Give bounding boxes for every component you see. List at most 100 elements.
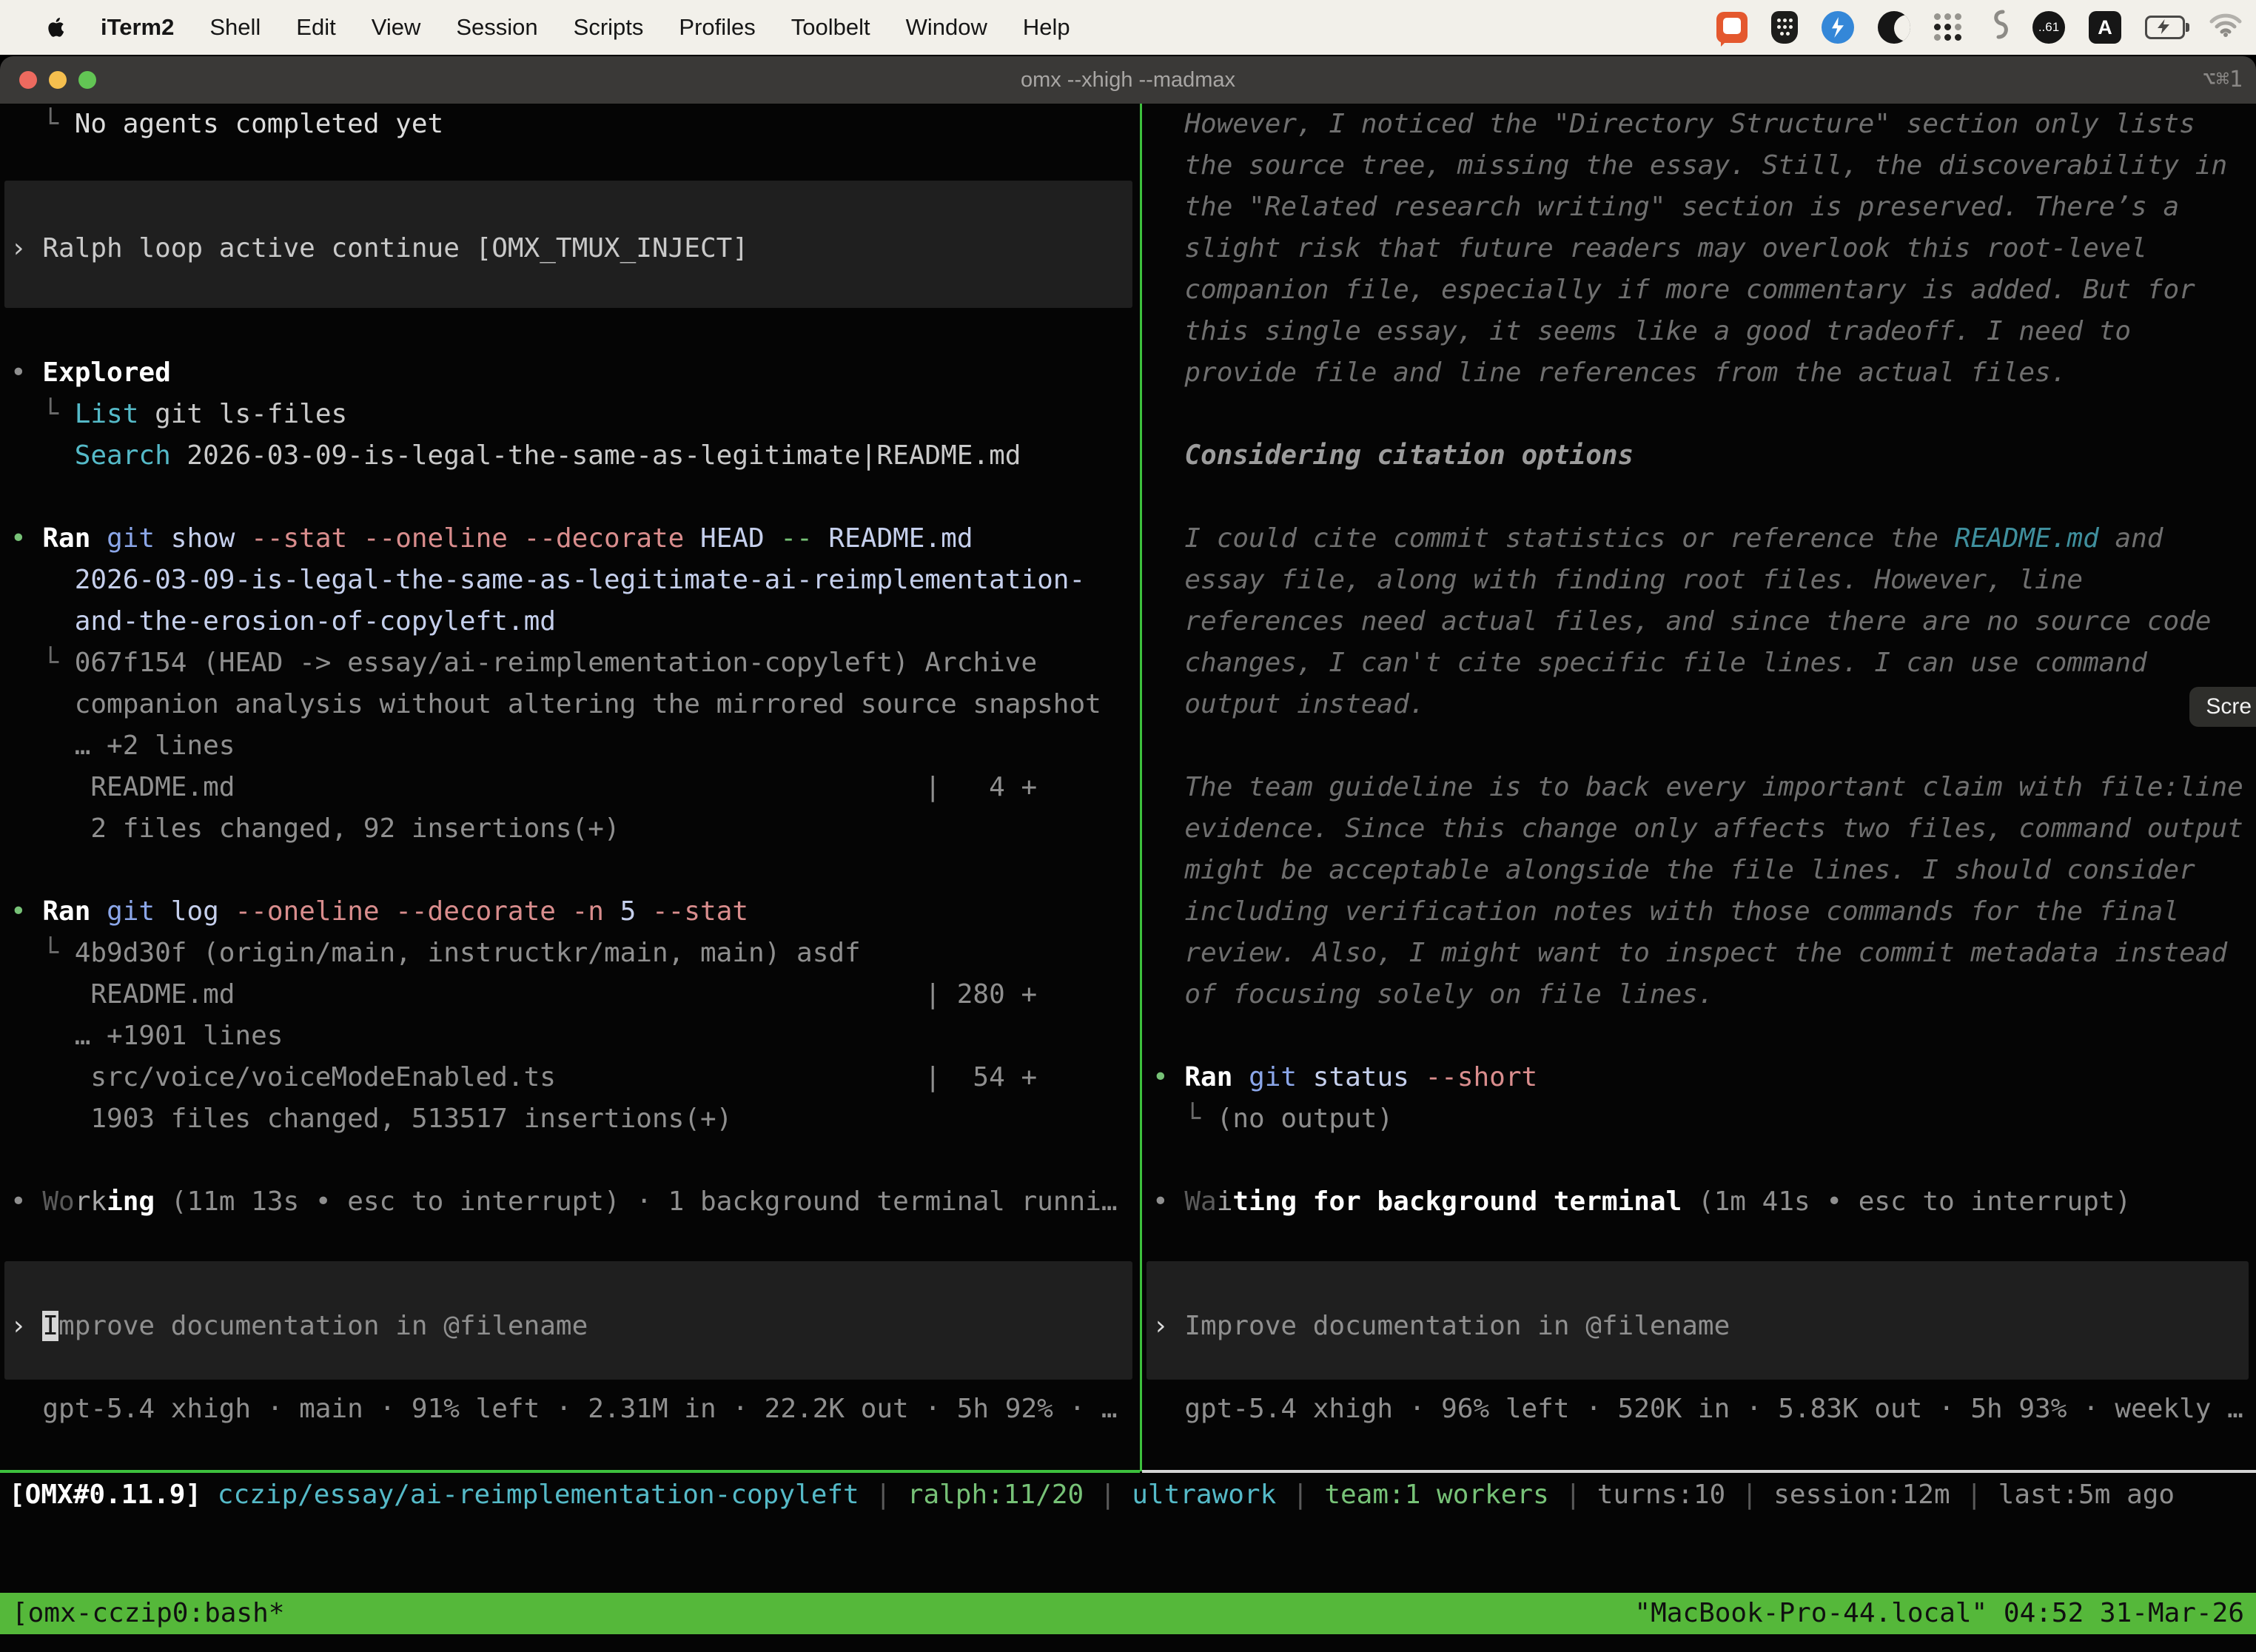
menu-item[interactable]: Shell — [192, 14, 278, 41]
menu-item[interactable]: View — [354, 14, 439, 41]
terminal-line: 1903 files changed, 513517 insertions(+) — [10, 1098, 1140, 1140]
terminal-line: • Ran git show --stat --oneline --decora… — [10, 518, 1140, 560]
menu-item[interactable]: Help — [1005, 14, 1088, 41]
terminal-line — [1152, 1347, 2256, 1389]
tmux-host-clock: "MacBook-Pro-44.local" 04:52 31-Mar-26 — [1634, 1593, 2244, 1634]
window-title: omx --xhigh --madmax — [0, 56, 2256, 104]
terminal-line — [1152, 1223, 2256, 1264]
terminal-line — [1152, 394, 2256, 435]
tmux-status-bar: [omx-cczip0:bash* "MacBook-Pro-44.local"… — [0, 1593, 2256, 1634]
battery-icon[interactable] — [2145, 16, 2185, 39]
terminal-line — [1152, 1015, 2256, 1057]
keyboard-a-icon[interactable]: A — [2089, 11, 2121, 44]
left-pane-border — [0, 1470, 1140, 1473]
terminal-line — [10, 311, 1140, 352]
terminal-line — [1152, 1264, 2256, 1306]
omx-status-line: [OMX#0.11.9] cczip/essay/ai-reimplementa… — [9, 1474, 2175, 1516]
terminal-line: Considering citation options — [1152, 435, 2256, 477]
terminal-line: └ No agents completed yet — [10, 104, 1140, 145]
menu-left: iTerm2 ShellEditViewSessionScriptsProfil… — [0, 14, 1088, 41]
terminal-line: gpt-5.4 xhigh · 96% left · 520K in · 5.8… — [1152, 1389, 2256, 1430]
terminal-line: companion file, especially if more comme… — [1152, 269, 2256, 311]
wifi-icon[interactable] — [2209, 11, 2243, 44]
window-shortcut-badge: ⌥⌘1 — [2203, 56, 2243, 104]
terminal-line: › Improve documentation in @filename — [1152, 1306, 2256, 1347]
terminal-line: • Working (11m 13s • esc to interrupt) ·… — [10, 1181, 1140, 1223]
terminal-line: › Ralph loop active continue [OMX_TMUX_I… — [10, 228, 1140, 269]
menu-item[interactable]: Window — [888, 14, 1005, 41]
terminal-line — [10, 1264, 1140, 1306]
terminal-line: 2026-03-09-is-legal-the-same-as-legitima… — [10, 560, 1140, 601]
terminal-line — [1152, 477, 2256, 518]
terminal-line: 2 files changed, 92 insertions(+) — [10, 808, 1140, 850]
terminal-line — [10, 269, 1140, 311]
shield-icon[interactable] — [1771, 11, 1798, 44]
terminal-line: README.md | 4 + — [10, 767, 1140, 808]
terminal-line: … +2 lines — [10, 725, 1140, 767]
terminal-line: However, I noticed the "Directory Struct… — [1152, 104, 2256, 145]
menu-status-icons: ..61 A — [1716, 7, 2256, 47]
terminal-line — [10, 1347, 1140, 1389]
chat-lightning-icon[interactable] — [1822, 11, 1854, 44]
hook-icon[interactable] — [1987, 7, 2009, 47]
menu-item[interactable]: Edit — [278, 14, 353, 41]
menu-item[interactable]: Profiles — [661, 14, 773, 41]
terminal-line: • Waiting for background terminal (1m 41… — [1152, 1181, 2256, 1223]
terminal-line: essay file, along with finding root file… — [1152, 560, 2256, 601]
terminal-line: Search 2026-03-09-is-legal-the-same-as-l… — [10, 435, 1140, 477]
terminal-line: └ (no output) — [1152, 1098, 2256, 1140]
terminal-line: references need actual files, and since … — [1152, 601, 2256, 642]
badge-61-icon[interactable]: ..61 — [2032, 11, 2065, 44]
terminal-line: └ 067f154 (HEAD -> essay/ai-reimplementa… — [10, 642, 1140, 684]
terminal-line: README.md | 280 + — [10, 974, 1140, 1015]
terminal-line — [1152, 725, 2256, 767]
terminal-line — [10, 477, 1140, 518]
terminal-line: of focusing solely on file lines. — [1152, 974, 2256, 1015]
menu-items: ShellEditViewSessionScriptsProfilesToolb… — [192, 14, 1087, 41]
menu-item[interactable]: Toolbelt — [773, 14, 888, 41]
terminal-line: slight risk that future readers may over… — [1152, 228, 2256, 269]
apple-icon[interactable] — [31, 16, 83, 38]
screen-overlay-tooltip[interactable]: Scre — [2189, 687, 2256, 727]
terminal-line: provide file and line references from th… — [1152, 352, 2256, 394]
terminal-line: evidence. Since this change only affects… — [1152, 808, 2256, 850]
terminal-line: └ 4b9d30f (origin/main, instructkr/main,… — [10, 933, 1140, 974]
terminal-line: • Explored — [10, 352, 1140, 394]
messages-icon[interactable] — [1716, 12, 1748, 43]
dots-grid-icon[interactable] — [1934, 13, 1963, 42]
terminal-line: [OMX#0.11.9] cczip/essay/ai-reimplementa… — [9, 1474, 2175, 1516]
menu-bar: iTerm2 ShellEditViewSessionScriptsProfil… — [0, 0, 2256, 55]
terminal-line — [10, 145, 1140, 187]
terminal-line: companion analysis without altering the … — [10, 684, 1140, 725]
terminal-line: • Ran git status --short — [1152, 1057, 2256, 1098]
terminal-line: might be acceptable alongside the file l… — [1152, 850, 2256, 891]
left-terminal-pane[interactable]: └ No agents completed yet › Ralph loop ac… — [0, 104, 1140, 1471]
terminal-line: the "Related research writing" section i… — [1152, 187, 2256, 228]
right-terminal-pane[interactable]: However, I noticed the "Directory Struct… — [1142, 104, 2256, 1471]
terminal-line: changes, I can't cite specific file line… — [1152, 642, 2256, 684]
terminal-line: src/voice/voiceModeEnabled.ts | 54 + — [10, 1057, 1140, 1098]
window-title-bar[interactable]: omx --xhigh --madmax ⌥⌘1 — [0, 56, 2256, 104]
right-pane-border — [1142, 1470, 2256, 1473]
terminal-line: › Improve documentation in @filename — [10, 1306, 1140, 1347]
terminal-line: output instead. — [1152, 684, 2256, 725]
terminal-line: and-the-erosion-of-copyleft.md — [10, 601, 1140, 642]
terminal-line: I could cite commit statistics or refere… — [1152, 518, 2256, 560]
terminal-line: gpt-5.4 xhigh · main · 91% left · 2.31M … — [10, 1389, 1140, 1430]
terminal-line: • Ran git log --oneline --decorate -n 5 … — [10, 891, 1140, 933]
terminal-line: including verification notes with those … — [1152, 891, 2256, 933]
screen: iTerm2 ShellEditViewSessionScriptsProfil… — [0, 0, 2256, 1652]
tmux-session-label: [omx-cczip0:bash* — [12, 1593, 284, 1634]
pane-divider[interactable] — [1140, 104, 1142, 1471]
crescent-icon[interactable] — [1878, 11, 1910, 44]
terminal-line — [1152, 1140, 2256, 1181]
terminal-line — [10, 187, 1140, 228]
terminal-line — [10, 850, 1140, 891]
menu-item[interactable]: Scripts — [556, 14, 662, 41]
menu-item[interactable]: Session — [438, 14, 555, 41]
terminal-line: └ List git ls-files — [10, 394, 1140, 435]
terminal-line: review. Also, I might want to inspect th… — [1152, 933, 2256, 974]
terminal-line: The team guideline is to back every impo… — [1152, 767, 2256, 808]
terminal-line: … +1901 lines — [10, 1015, 1140, 1057]
menu-app-name[interactable]: iTerm2 — [83, 14, 192, 41]
